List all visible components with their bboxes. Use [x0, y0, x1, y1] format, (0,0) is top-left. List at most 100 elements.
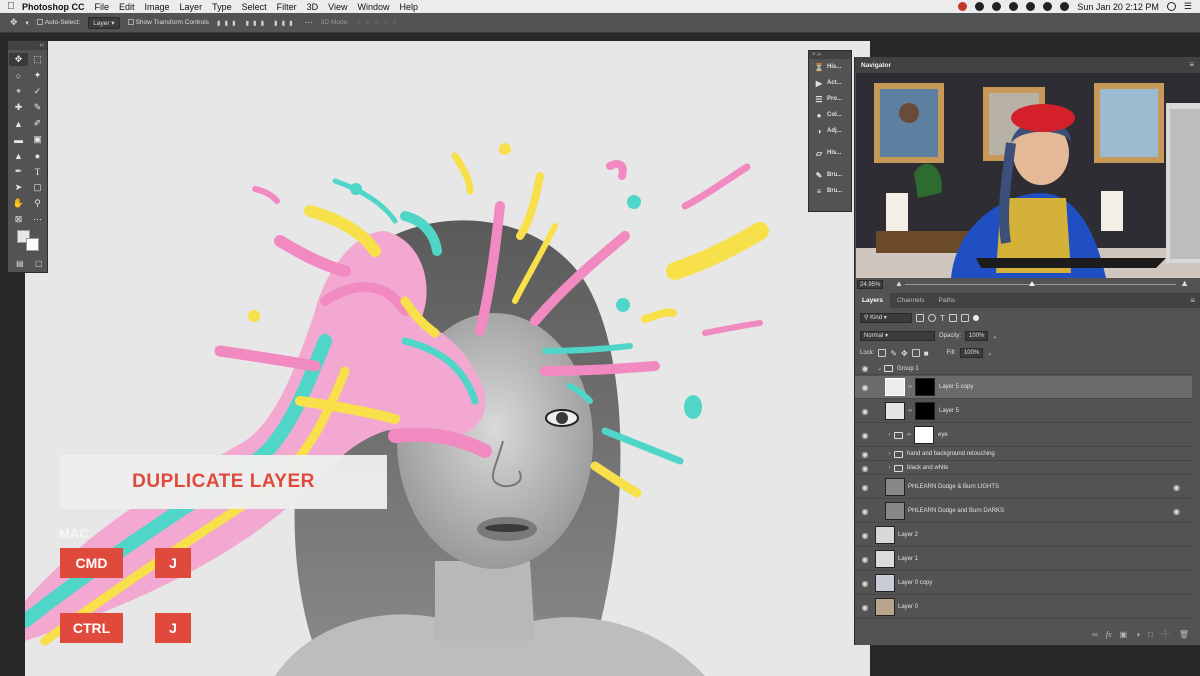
layer-row-layer-5[interactable]: ◉ ∞ Layer 5 — [855, 400, 1192, 423]
wifi-icon[interactable] — [1060, 2, 1070, 11]
filter-shape-icon[interactable] — [948, 314, 957, 322]
layer-row-layer-0-copy[interactable]: ◉ Layer 0 copy — [855, 572, 1192, 595]
blur-tool-icon[interactable]: ▲ — [9, 149, 28, 162]
lock-transparent-icon[interactable] — [878, 349, 887, 357]
auto-select-dropdown[interactable]: Layer ▾ — [88, 16, 120, 29]
navigator-panel-tab[interactable]: Navigator ≡ — [855, 57, 1200, 73]
layer-row-layer-2[interactable]: ◉ Layer 2 — [855, 524, 1192, 547]
mask-link-icon[interactable]: ∞ — [908, 384, 913, 390]
gradient-tool-icon[interactable]: ▣ — [28, 133, 47, 146]
navigator-zoom-value[interactable]: 24.95% — [857, 279, 884, 289]
crop-tool-icon[interactable]: ⌖ — [9, 85, 28, 98]
visibility-eye-icon[interactable]: ◉ — [855, 407, 875, 416]
3d-tool-icons[interactable]: ○○○○○ — [357, 19, 402, 26]
eraser-tool-icon[interactable]: ▬ — [9, 133, 28, 146]
layer-mask-thumbnail[interactable] — [914, 426, 934, 444]
tab-paths[interactable]: Paths — [931, 293, 962, 308]
cloud-icon[interactable] — [992, 2, 1002, 11]
filter-pixel-icon[interactable] — [916, 314, 924, 322]
airplay-icon[interactable] — [1026, 2, 1036, 11]
layer-thumbnail[interactable] — [885, 478, 905, 496]
quick-mask-icon[interactable]: ▤ — [16, 259, 24, 268]
hand-tool-icon[interactable]: ✋ — [9, 197, 28, 210]
layers-menu-icon[interactable]: ≡ — [1190, 296, 1195, 305]
brush-tool-icon[interactable]: ✎ — [28, 101, 47, 114]
menu-file[interactable]: File — [95, 2, 110, 12]
layer-style-icon[interactable]: fx — [1106, 630, 1112, 639]
move-tool-icon[interactable]: ✥ — [10, 17, 18, 28]
visibility-eye-icon[interactable]: ◉ — [855, 483, 875, 492]
layer-row-layer-1[interactable]: ◉ Layer 1 — [855, 548, 1192, 571]
blend-mode-dropdown[interactable]: Normal ▾ — [860, 331, 935, 341]
zoom-out-icon[interactable]: ▲ — [895, 279, 903, 288]
group-expand-chevron-icon[interactable]: › — [885, 465, 894, 471]
layer-row-hand-and-background-retouching[interactable]: ◉ › hand and background retouching — [855, 448, 1192, 461]
lasso-tool-icon[interactable]: ○ — [9, 69, 28, 82]
menu-view[interactable]: View — [328, 2, 347, 12]
more-options-icon[interactable]: ⋯ — [305, 18, 313, 27]
menu-extra-icon[interactable] — [975, 2, 985, 11]
layer-thumbnail[interactable] — [875, 526, 895, 544]
notification-center-icon[interactable]: ☰ — [1184, 1, 1192, 12]
panel-adjustments[interactable]: ◑ Adj... — [809, 123, 851, 139]
adjustment-layer-icon[interactable]: ◑ — [1135, 630, 1140, 639]
navigator-menu-icon[interactable]: ≡ — [1189, 60, 1194, 69]
link-layers-icon[interactable]: ∞ — [1092, 630, 1098, 639]
apple-icon[interactable]:  — [0, 1, 22, 12]
group-expand-chevron-icon[interactable]: › — [885, 451, 894, 457]
menu-window[interactable]: Window — [357, 2, 389, 12]
spotlight-search-icon[interactable] — [1166, 2, 1176, 11]
menu-help[interactable]: Help — [399, 2, 418, 12]
document-canvas[interactable] — [25, 41, 870, 676]
zoom-slider-handle[interactable] — [1029, 281, 1035, 286]
layer-thumbnail[interactable] — [885, 502, 905, 520]
layer-thumbnail[interactable] — [885, 378, 905, 396]
filter-type-icon[interactable]: T — [940, 314, 945, 323]
layer-thumbnail[interactable] — [875, 550, 895, 568]
panel-properties[interactable]: ☰ Pro... — [809, 91, 851, 107]
layer-mask-thumbnail[interactable] — [915, 402, 935, 420]
frame-tool-icon[interactable]: ⊠ — [9, 213, 28, 226]
clone-stamp-tool-icon[interactable]: ▲ — [9, 117, 28, 130]
layer-thumbnail[interactable] — [875, 574, 895, 592]
visibility-eye-icon[interactable]: ◉ — [855, 531, 875, 540]
fill-chevron-icon[interactable]: ⌄ — [987, 350, 992, 357]
layer-row-dodge-burn-lights[interactable]: ◉ PHLEARN Dodge & Burn LIGHTS ◉ — [855, 476, 1192, 499]
menu-3d[interactable]: 3D — [307, 2, 319, 12]
layer-row-eye[interactable]: ◉ › ∞ eye — [855, 424, 1192, 447]
bluetooth-icon[interactable] — [1043, 2, 1053, 11]
panel-color[interactable]: ● Col... — [809, 107, 851, 123]
layer-row-black-and-white[interactable]: ◉ › black and white — [855, 462, 1192, 475]
visibility-eye-icon[interactable]: ◉ — [855, 450, 875, 459]
background-color-swatch[interactable] — [26, 238, 39, 251]
tab-channels[interactable]: Channels — [890, 293, 931, 308]
panel-histogram[interactable]: ▱ His... — [809, 145, 851, 161]
panel-brushes[interactable]: ✎ Bru... — [809, 167, 851, 183]
visibility-eye-icon[interactable]: ◉ — [855, 383, 875, 392]
layer-row-layer-5-copy[interactable]: ◉ ∞ Layer 5 copy — [855, 376, 1192, 399]
layer-row-layer-0[interactable]: ◉ Layer 0 — [855, 596, 1192, 619]
group-expand-chevron-icon[interactable]: › — [885, 432, 894, 438]
visibility-eye-icon[interactable]: ◉ — [855, 431, 875, 440]
visibility-eye-icon[interactable]: ◉ — [855, 364, 875, 373]
visibility-eye-icon[interactable]: ◉ — [855, 507, 875, 516]
panel-history[interactable]: ⏳ His... — [809, 59, 851, 75]
visibility-eye-icon[interactable]: ◉ — [855, 464, 875, 473]
filter-smart-object-icon[interactable] — [960, 314, 969, 322]
add-mask-icon[interactable]: ▣ — [1120, 630, 1128, 639]
rectangle-tool-icon[interactable]: ▢ — [28, 181, 47, 194]
layer-row-group-1[interactable]: ◉ ⌄ Group 1 — [855, 363, 1192, 375]
move-tool-icon[interactable]: ✥ — [9, 53, 28, 66]
mask-link-icon[interactable]: ∞ — [907, 432, 912, 438]
panel-actions[interactable]: ▶ Act... — [809, 75, 851, 91]
menu-filter[interactable]: Filter — [277, 2, 297, 12]
menu-image[interactable]: Image — [145, 2, 170, 12]
tool-preset-chevron-icon[interactable]: ▾ — [26, 19, 29, 27]
zoom-in-icon[interactable]: ▲ — [1180, 278, 1189, 288]
opacity-input[interactable]: 100% — [965, 331, 989, 341]
opacity-chevron-icon[interactable]: ⌄ — [992, 333, 997, 340]
type-tool-icon[interactable]: T — [28, 165, 47, 178]
layer-thumbnail[interactable] — [875, 598, 895, 616]
layer-mask-thumbnail[interactable] — [915, 378, 935, 396]
filter-adjustment-icon[interactable] — [928, 314, 936, 322]
